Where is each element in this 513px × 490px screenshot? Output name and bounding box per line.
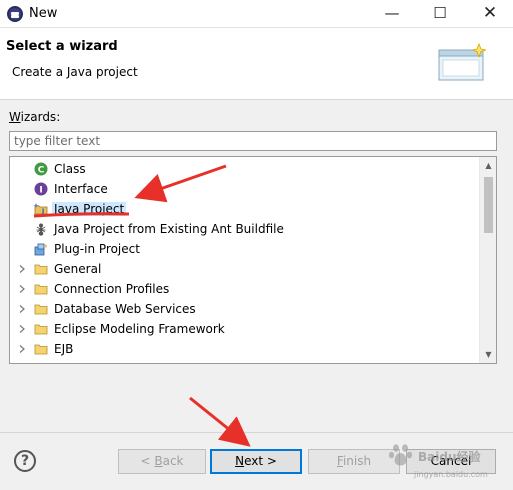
plugin-icon xyxy=(34,243,47,256)
help-button[interactable]: ? xyxy=(14,450,36,472)
java-project-icon: J xyxy=(34,203,48,215)
wizards-label-rest: izards: xyxy=(20,110,61,124)
tree-item-label: General xyxy=(54,262,102,276)
tree-item-label: Database Web Services xyxy=(54,302,196,316)
annotation-arrow-to-next xyxy=(189,396,251,447)
tree-item-plugin-project[interactable]: Plug-in Project xyxy=(10,239,480,259)
interface-icon: I xyxy=(34,182,48,196)
tree-item-connection-profiles[interactable]: Connection Profiles xyxy=(10,279,480,299)
ant-icon xyxy=(36,223,46,236)
tree-item-label: EJB xyxy=(54,342,74,356)
tree-item-label: Java Project from Existing Ant Buildfile xyxy=(54,222,284,236)
back-button[interactable]: < Back xyxy=(118,449,206,474)
folder-icon xyxy=(34,344,48,355)
tree-item-java-project-ant[interactable]: Java Project from Existing Ant Buildfile xyxy=(10,219,480,239)
tree-item-ejb[interactable]: EJB xyxy=(10,339,480,359)
expand-arrow-icon[interactable] xyxy=(19,325,25,333)
tree-scrollbar[interactable]: ▲ ▼ xyxy=(479,157,496,363)
svg-text:J: J xyxy=(41,208,44,215)
watermark-url: jingyan.baidu.com xyxy=(414,470,488,479)
folder-icon xyxy=(34,264,48,275)
new-wizard-banner-icon xyxy=(438,42,487,81)
minimize-button[interactable]: — xyxy=(372,0,412,28)
expand-arrow-icon[interactable] xyxy=(19,345,25,353)
next-button-mnemonic: N xyxy=(235,454,245,468)
tree-item-general[interactable]: General xyxy=(10,259,480,279)
next-button-rest: ext > xyxy=(244,454,277,468)
wizards-label: Wizards: xyxy=(9,110,60,124)
close-button[interactable]: ✕ xyxy=(470,0,510,28)
button-bar-separator xyxy=(0,432,513,433)
back-button-prefix: < xyxy=(140,454,155,468)
tree-item-eclipse-modeling-framework[interactable]: Eclipse Modeling Framework xyxy=(10,319,480,339)
svg-text:I: I xyxy=(39,186,42,196)
eclipse-app-icon xyxy=(7,6,23,22)
folder-icon xyxy=(34,284,48,295)
expand-arrow-icon[interactable] xyxy=(19,305,25,313)
wizard-tree[interactable]: C Class I Interface J Java Project Java … xyxy=(9,156,497,364)
window-title: New xyxy=(29,6,58,21)
class-icon: C xyxy=(34,162,48,176)
tree-item-database-web-services[interactable]: Database Web Services xyxy=(10,299,480,319)
back-button-rest: ack xyxy=(162,454,184,468)
tree-item-label: Plug-in Project xyxy=(54,242,140,256)
svg-text:C: C xyxy=(38,166,45,176)
baidu-paw-logo-icon xyxy=(388,444,413,466)
baidu-watermark: Baidu经验 jingyan.baidu.com xyxy=(384,438,512,486)
finish-button-rest: inish xyxy=(342,454,372,468)
expand-arrow-icon[interactable] xyxy=(19,285,25,293)
header-description: Create a Java project xyxy=(12,65,138,79)
filter-input[interactable] xyxy=(9,131,497,151)
tree-item-class[interactable]: C Class xyxy=(10,159,480,179)
header-title: Select a wizard xyxy=(6,39,118,54)
tree-item-label: Eclipse Modeling Framework xyxy=(54,322,225,336)
tree-item-java-project[interactable]: J Java Project xyxy=(10,199,480,219)
tree-item-interface[interactable]: I Interface xyxy=(10,179,480,199)
tree-item-label: Java Project xyxy=(52,202,127,216)
watermark-text: Baidu经验 xyxy=(418,450,481,464)
tree-item-label: Connection Profiles xyxy=(54,282,170,296)
scroll-up-arrow-icon[interactable]: ▲ xyxy=(480,157,496,174)
wizards-label-mnemonic: W xyxy=(9,110,21,124)
folder-icon xyxy=(34,324,48,335)
title-bar: New — ☐ ✕ xyxy=(0,0,513,28)
back-button-mnemonic: B xyxy=(154,454,163,468)
expand-arrow-icon[interactable] xyxy=(19,265,25,273)
next-button[interactable]: Next > xyxy=(210,449,302,474)
wizard-header: Select a wizard Create a Java project xyxy=(0,28,513,100)
maximize-button[interactable]: ☐ xyxy=(420,0,460,28)
tree-item-label: Class xyxy=(54,162,86,176)
tree-item-label: Interface xyxy=(54,182,108,196)
scroll-down-arrow-icon[interactable]: ▼ xyxy=(480,346,496,363)
scroll-thumb[interactable] xyxy=(484,177,493,233)
folder-icon xyxy=(34,304,48,315)
